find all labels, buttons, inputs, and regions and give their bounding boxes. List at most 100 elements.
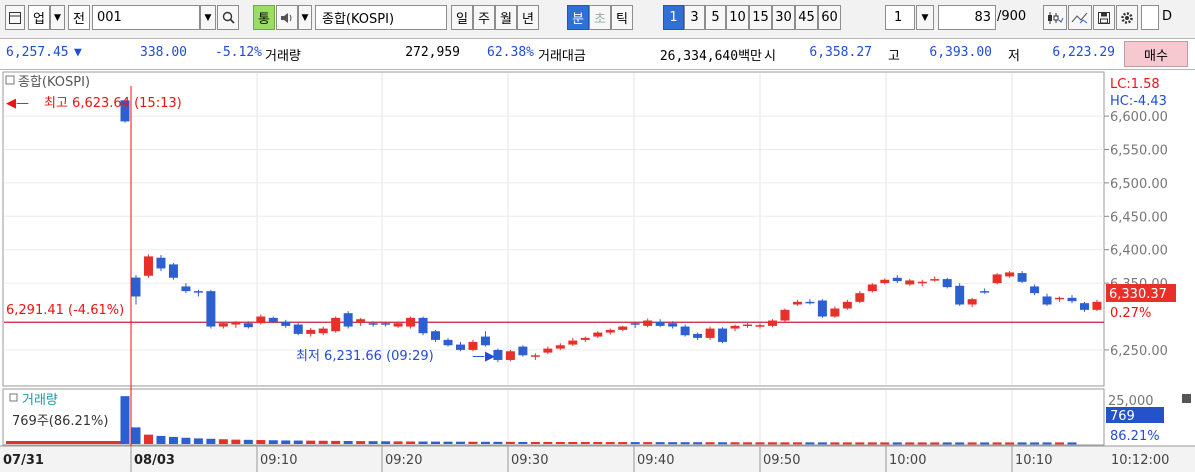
checkbox[interactable] [1141,5,1159,30]
interval-15-button[interactable]: 15 [749,5,772,30]
interval-10-button[interactable]: 10 [726,5,749,30]
indicator-icon[interactable] [1068,5,1092,30]
candle-body [368,323,378,325]
interval-input[interactable]: 1 [885,5,915,30]
code-input[interactable]: 001 [92,5,200,30]
volume-bar [743,442,753,445]
volume-bar [431,441,441,444]
volume-bar [767,442,777,445]
candle-body [431,331,441,340]
volume-bar [842,442,852,445]
interval-30-button[interactable]: 30 [772,5,795,30]
candle-body [530,355,540,357]
volume-bar [530,441,540,444]
ytick-label: 6,550.00 [1110,143,1168,158]
period-minute-button[interactable]: 분 [567,5,589,30]
current-price-label: 6,330.37 [1109,287,1167,302]
market-type-select[interactable]: 업 [28,5,50,30]
candle-body [306,329,316,334]
prev-button[interactable]: 전 [68,5,90,30]
candle-body [880,279,890,284]
volume-bar [368,441,378,444]
period-second-button[interactable]: 초 [589,5,611,30]
search-icon[interactable] [217,5,239,30]
interval-60-button[interactable]: 60 [818,5,841,30]
low-arrow-icon: —▶ [472,349,495,364]
speaker-dropdown-icon[interactable]: ▼ [298,5,312,30]
volume-bar [593,442,603,445]
candle-body [543,348,553,353]
volume-value: 272,959 [405,45,460,60]
time-label: 09:30 [511,453,548,468]
candle-body [680,326,690,336]
chevron-down-icon[interactable]: ▼ [50,5,65,30]
count-input[interactable]: 83 [938,5,996,30]
window-icon[interactable] [5,5,25,30]
period-week-button[interactable]: 주 [473,5,495,30]
speaker-icon[interactable] [276,5,298,30]
candle-type-icon[interactable] [1043,5,1067,30]
volume-bar [967,442,977,445]
candle-body [1030,286,1040,294]
interval-dropdown-icon[interactable]: ▼ [916,5,934,30]
period-day-button[interactable]: 일 [451,5,473,30]
volume-bar [1067,442,1077,445]
candle-body [1005,272,1015,277]
volume-bar [780,442,790,445]
code-dropdown-icon[interactable]: ▼ [200,5,216,30]
volume-bar [643,442,653,445]
gear-icon[interactable] [1116,5,1138,30]
interval-5-button[interactable]: 5 [705,5,726,30]
period-tick-button[interactable]: 틱 [611,5,633,30]
candle-body [193,291,203,293]
volume-bar [718,442,728,445]
interval-45-button[interactable]: 45 [795,5,818,30]
candle-body [892,277,902,282]
interval-3-button[interactable]: 3 [684,5,705,30]
volume-bar [120,396,130,444]
period-month-button[interactable]: 월 [495,5,517,30]
volume-bar [443,441,453,444]
pane-collapse-icon[interactable] [5,75,15,85]
volume-pane-collapse-icon[interactable] [9,393,18,402]
volume-bar [318,440,328,444]
tong-button[interactable]: 통 [253,5,275,30]
volume-bar [755,442,765,445]
volume-bar [343,440,353,444]
volume-current-label: 769주(86.21%) [12,414,109,429]
candle-body [817,300,827,317]
volume-bar [356,441,366,444]
volume-bar [256,440,266,444]
volume-bar [381,441,391,444]
interval-1-button[interactable]: 1 [663,5,684,30]
buy-button[interactable]: 매수 [1124,41,1188,67]
volume-pane-close-icon[interactable] [1182,394,1191,403]
candle-body [293,324,303,334]
volume-percent: 62.38% [487,45,534,60]
candle-body [518,346,528,356]
stock-chart[interactable]: 6,600.00 6,550.00 6,500.00 6,450.00 6,400.00… [0,69,1195,472]
candle-body [693,333,703,338]
volume-bar [867,442,877,445]
candle-body [643,320,653,326]
candle-body [218,323,228,327]
save-icon[interactable] [1093,5,1115,30]
candle-body [206,291,216,327]
candle-body [393,323,403,327]
volume-bar [393,441,403,444]
volume-bar [455,441,465,444]
period-year-button[interactable]: 년 [517,5,539,30]
volume-bar [168,436,178,444]
candle-body [181,286,191,292]
volume-bar [1030,442,1040,445]
volume-bar [942,442,952,445]
reference-line-label: 6,291.41 (-4.61%) [6,303,124,318]
volume-bar [268,440,278,444]
volume-bar [555,441,565,444]
time-label: 09:20 [385,453,422,468]
index-name-field[interactable]: 종합(KOSPI) [315,5,447,30]
price-pane [2,71,1105,387]
candle-body [156,257,166,269]
volume-marker-value: 769 [1110,409,1135,424]
time-label: 09:10 [260,453,297,468]
